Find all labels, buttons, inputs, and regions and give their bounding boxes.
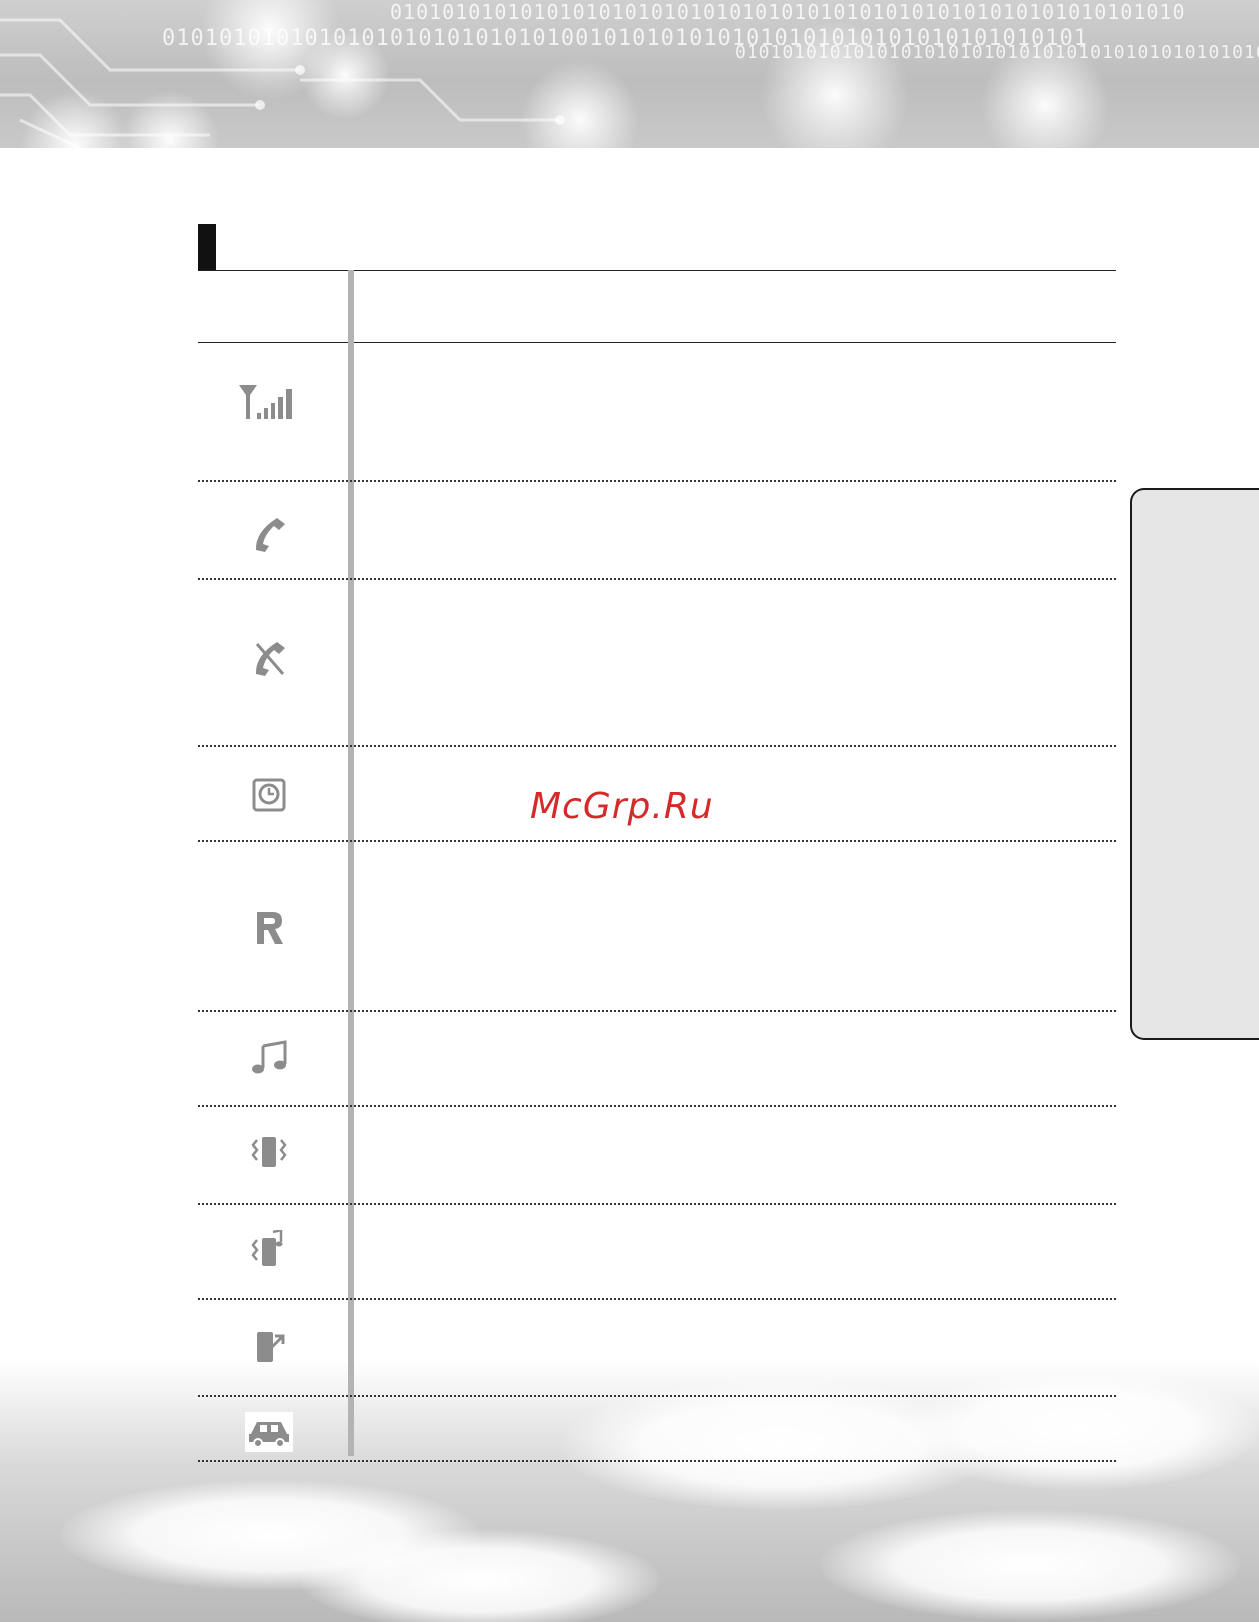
- section-marker: [198, 224, 216, 270]
- icon-row-10: [198, 1410, 340, 1454]
- icon-row-7: [198, 1130, 340, 1174]
- table-bottom-rule: [198, 1460, 1116, 1462]
- icon-row-6: [198, 1036, 340, 1080]
- call-active-icon: [255, 518, 285, 552]
- icon-row-9: [198, 1324, 340, 1368]
- icon-row-4: [198, 772, 340, 816]
- roaming-icon: [257, 912, 283, 944]
- icon-row-1: [198, 376, 340, 426]
- vibrate-and-ring-icon: [251, 1230, 283, 1266]
- icon-row-2: [198, 512, 340, 556]
- row-separator: [198, 578, 1116, 580]
- signal-strength-icon: [239, 385, 292, 419]
- row-separator: [198, 480, 1116, 482]
- vibrate-icon: [251, 1137, 287, 1167]
- binary-text-lower: 0101010101010101010101010101010101010101…: [735, 42, 1259, 63]
- footer-clouds: [0, 1360, 1259, 1622]
- silent-mode-icon: [257, 1332, 285, 1362]
- table-header-rule: [198, 342, 1116, 343]
- alarm-clock-icon: [252, 778, 286, 812]
- row-separator: [198, 1298, 1116, 1300]
- row-separator: [198, 1010, 1116, 1012]
- car-kit-icon: [245, 1412, 293, 1452]
- watermark-text: McGrp.Ru: [530, 786, 714, 827]
- row-separator: [198, 1395, 1116, 1397]
- table-top-rule: [198, 270, 1116, 271]
- binary-text-top: 0101010101010101010101010101010101010101…: [390, 0, 1186, 24]
- no-service-icon: [255, 642, 285, 676]
- manual-page: 0101010101010101010101010101010101010101…: [0, 0, 1259, 1622]
- row-separator: [198, 1105, 1116, 1107]
- column-divider: [348, 270, 354, 1456]
- icon-row-3: [198, 636, 340, 680]
- row-separator: [198, 840, 1116, 842]
- chapter-thumb-tab: [1130, 488, 1259, 1040]
- icon-row-8: [198, 1228, 340, 1272]
- header-banner: 0101010101010101010101010101010101010101…: [0, 0, 1259, 148]
- row-separator: [198, 745, 1116, 747]
- icon-row-5: [198, 906, 340, 950]
- ringer-melody-icon: [252, 1040, 287, 1074]
- row-separator: [198, 1203, 1116, 1205]
